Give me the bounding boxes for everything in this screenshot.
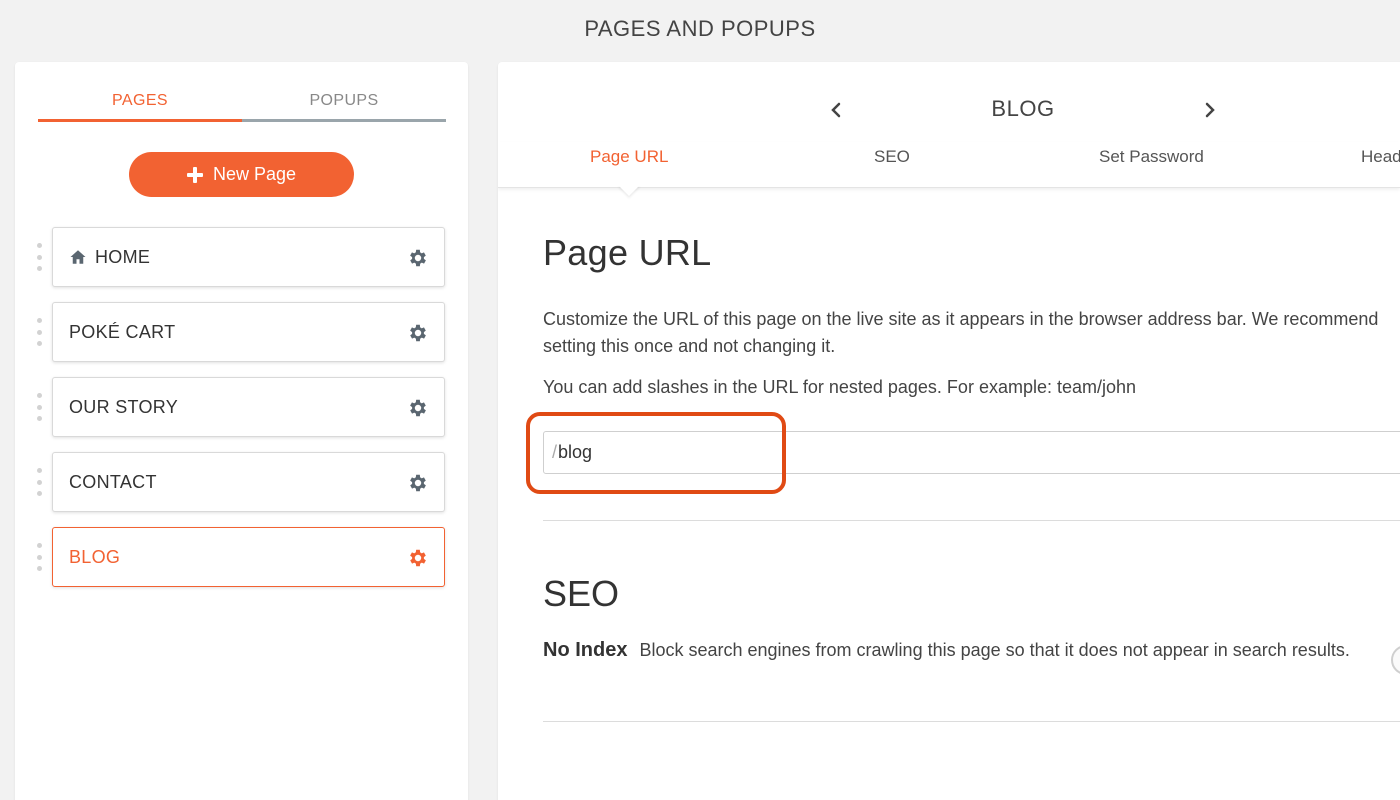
page-row-our-story: OUR STORY [37,377,447,437]
page-row-contact: CONTACT [37,452,447,512]
page-row-blog: BLOG [37,527,447,587]
home-icon [70,250,86,264]
tab-set-password[interactable]: Set Password [1099,147,1204,167]
current-page-title: BLOG [991,96,1055,121]
gear-icon[interactable] [407,397,429,419]
tab-page-url[interactable]: Page URL [590,147,668,167]
page-item-label: POKÉ CART [69,321,176,342]
page-navigator: BLOG [498,96,1400,126]
tab-pages[interactable]: PAGES [38,92,242,122]
drag-handle[interactable] [37,393,43,421]
noindex-toggle[interactable] [1391,645,1400,675]
seo-heading: SEO [543,573,620,614]
page-title: PAGES AND POPUPS [584,16,816,41]
page-url-heading: Page URL [543,232,712,273]
page-row-poke-cart: POKÉ CART [37,302,447,362]
page-item-label: CONTACT [69,471,157,492]
plus-icon [186,166,203,183]
page-settings-panel: BLOG Page URL SEO Set Password Headers P… [498,62,1400,800]
settings-content: Page URL Customize the URL of this page … [526,232,1400,722]
page-item-our-story[interactable]: OUR STORY [52,377,445,437]
new-page-label: New Page [212,164,297,184]
page-item-label: HOME [95,246,151,267]
sidebar-tabs: PAGES POPUPS [38,92,446,122]
gear-icon[interactable] [407,247,429,269]
page-item-label: BLOG [69,546,121,567]
noindex-row: No Index Block search engines from crawli… [543,637,1400,675]
tab-seo[interactable]: SEO [874,147,910,167]
chevron-left-icon[interactable] [824,98,848,122]
drag-handle[interactable] [37,318,43,346]
page-url-description: Customize the URL of this page on the li… [543,309,1379,329]
noindex-label: No Index [543,639,628,661]
page-row-home: HOME [37,227,447,287]
gear-icon[interactable] [407,322,429,344]
section-divider [543,520,1400,521]
settings-tabs: Page URL SEO Set Password Headers [498,142,1400,188]
page-item-contact[interactable]: CONTACT [52,452,445,512]
drag-handle[interactable] [37,243,43,271]
new-page-button[interactable]: New Page [129,152,354,197]
gear-icon[interactable] [407,547,429,569]
page-item-home[interactable]: HOME [52,227,445,287]
page-item-blog[interactable]: BLOG [52,527,445,587]
page-url-description-2: setting this once and not changing it. [543,336,836,356]
chevron-right-icon[interactable] [1198,98,1222,122]
page-item-poke-cart[interactable]: POKÉ CART [52,302,445,362]
page-url-input[interactable] [558,442,1259,463]
tab-popups[interactable]: POPUPS [242,92,446,122]
tab-headers[interactable]: Headers [1361,147,1400,167]
page-url-field: / [526,412,1400,494]
page-item-label: OUR STORY [69,396,179,417]
page-url-hint: You can add slashes in the URL for neste… [543,377,1137,397]
active-tab-pointer [618,185,640,196]
drag-handle[interactable] [37,543,43,571]
page-list: HOME POKÉ CART OUR STORY CONTACT BLOG [37,227,447,602]
noindex-description: Block search engines from crawling this … [639,640,1350,660]
gear-icon[interactable] [407,472,429,494]
drag-handle[interactable] [37,468,43,496]
url-prefix: / [552,442,558,462]
section-divider [543,721,1400,722]
pages-sidebar: PAGES POPUPS New Page HOME POKÉ CART OUR… [15,62,468,800]
